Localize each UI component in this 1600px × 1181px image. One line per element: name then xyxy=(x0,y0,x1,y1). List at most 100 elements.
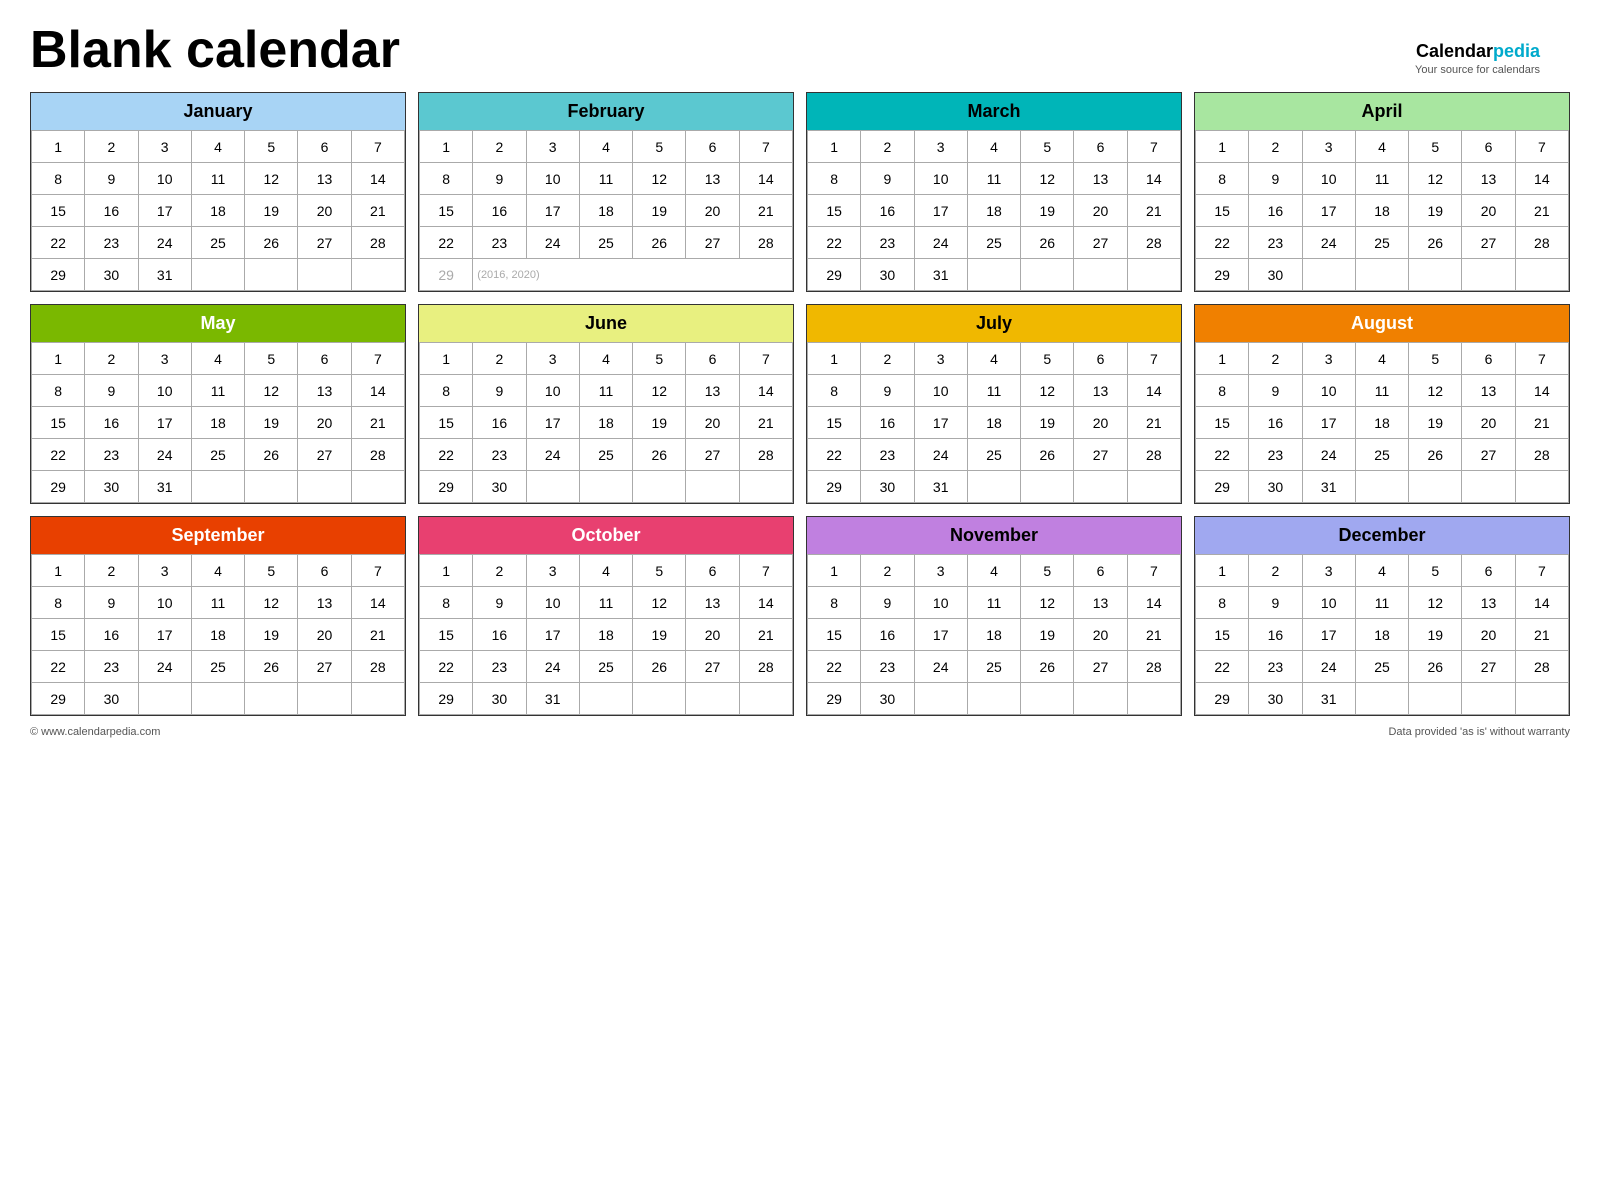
day-cell: 1 xyxy=(1196,555,1249,587)
day-cell: 3 xyxy=(138,555,191,587)
day-cell xyxy=(686,683,739,715)
day-cell: 8 xyxy=(808,587,861,619)
day-cell: 10 xyxy=(914,375,967,407)
day-cell: 27 xyxy=(686,227,739,259)
day-cell: 24 xyxy=(138,227,191,259)
day-cell: 19 xyxy=(633,407,686,439)
day-cell: 28 xyxy=(1127,651,1180,683)
day-cell: 25 xyxy=(579,439,632,471)
table-row: 293031 xyxy=(808,471,1181,503)
day-cell: 23 xyxy=(85,227,138,259)
month-header-jul: July xyxy=(807,305,1181,342)
month-sep: September1234567891011121314151617181920… xyxy=(30,516,406,716)
day-cell: 30 xyxy=(1249,259,1302,291)
day-cell: 16 xyxy=(861,407,914,439)
day-cell xyxy=(1515,259,1568,291)
day-cell: 16 xyxy=(85,619,138,651)
table-row: 1234567 xyxy=(1196,555,1569,587)
day-cell: 12 xyxy=(633,587,686,619)
footer-right: Data provided 'as is' without warranty xyxy=(1388,726,1570,738)
day-cell: 9 xyxy=(1249,587,1302,619)
table-row: 1234567 xyxy=(420,555,793,587)
day-cell: 29 xyxy=(808,683,861,715)
day-cell xyxy=(526,471,579,503)
table-row: 22232425262728 xyxy=(420,439,793,471)
day-cell: 16 xyxy=(1249,407,1302,439)
day-cell: 28 xyxy=(1127,227,1180,259)
day-cell xyxy=(298,259,351,291)
day-cell xyxy=(1462,471,1515,503)
day-cell: 31 xyxy=(138,259,191,291)
day-cell: 18 xyxy=(579,619,632,651)
table-row: 891011121314 xyxy=(420,587,793,619)
day-cell: 9 xyxy=(861,375,914,407)
day-cell xyxy=(1355,259,1408,291)
day-cell: 23 xyxy=(1249,227,1302,259)
day-cell: 20 xyxy=(1074,195,1127,227)
day-cell: 19 xyxy=(1021,195,1074,227)
day-cell: 23 xyxy=(85,439,138,471)
table-row: 293031 xyxy=(1196,683,1569,715)
day-cell: 31 xyxy=(526,683,579,715)
day-cell: 17 xyxy=(1302,195,1355,227)
day-cell: 13 xyxy=(298,587,351,619)
day-cell: 2 xyxy=(861,555,914,587)
day-cell: 18 xyxy=(191,407,244,439)
day-cell: 15 xyxy=(32,407,85,439)
day-cell: 21 xyxy=(739,407,792,439)
table-row: 1234567 xyxy=(32,343,405,375)
day-cell: 29 xyxy=(1196,259,1249,291)
month-table-oct: 1234567891011121314151617181920212223242… xyxy=(419,554,793,715)
day-cell: 26 xyxy=(633,439,686,471)
day-cell: 23 xyxy=(861,227,914,259)
day-cell: 12 xyxy=(245,375,298,407)
day-cell: 23 xyxy=(473,651,526,683)
table-row: 293031 xyxy=(1196,471,1569,503)
table-row: 1234567 xyxy=(808,131,1181,163)
day-cell: 6 xyxy=(686,555,739,587)
day-cell: 26 xyxy=(1021,227,1074,259)
table-row: 22232425262728 xyxy=(32,227,405,259)
day-cell: 8 xyxy=(1196,587,1249,619)
day-cell xyxy=(633,683,686,715)
day-cell: 11 xyxy=(967,375,1020,407)
table-row: 15161718192021 xyxy=(808,407,1181,439)
day-cell: 4 xyxy=(191,555,244,587)
day-cell: 13 xyxy=(298,163,351,195)
day-cell xyxy=(1515,471,1568,503)
table-row: 15161718192021 xyxy=(32,619,405,651)
day-cell: 3 xyxy=(1302,555,1355,587)
day-cell: 15 xyxy=(420,619,473,651)
day-cell: 21 xyxy=(351,195,404,227)
day-cell: 6 xyxy=(298,343,351,375)
day-cell xyxy=(579,683,632,715)
logo-name1: Calendar xyxy=(1416,41,1493,61)
day-cell: 17 xyxy=(138,407,191,439)
day-cell: 29 xyxy=(32,683,85,715)
day-cell: 6 xyxy=(686,343,739,375)
logo: Calendarpedia Your source for calendars xyxy=(1415,40,1540,78)
day-cell: 15 xyxy=(1196,407,1249,439)
day-cell: 22 xyxy=(420,227,473,259)
day-cell: 1 xyxy=(1196,343,1249,375)
day-cell xyxy=(1409,259,1462,291)
day-cell xyxy=(351,471,404,503)
day-cell: 13 xyxy=(1462,375,1515,407)
day-cell: 30 xyxy=(861,683,914,715)
day-cell: 17 xyxy=(914,195,967,227)
day-cell: 19 xyxy=(1409,195,1462,227)
day-cell: 1 xyxy=(32,555,85,587)
day-cell: 14 xyxy=(739,587,792,619)
day-cell: 28 xyxy=(1515,439,1568,471)
day-cell xyxy=(1409,683,1462,715)
day-cell: 29 xyxy=(1196,471,1249,503)
table-row: 1234567 xyxy=(420,343,793,375)
day-cell: 29 xyxy=(32,259,85,291)
day-cell: 18 xyxy=(967,195,1020,227)
table-row: 15161718192021 xyxy=(32,195,405,227)
day-cell: 14 xyxy=(1515,587,1568,619)
day-cell: 15 xyxy=(808,407,861,439)
day-cell: 14 xyxy=(1127,587,1180,619)
day-cell: 21 xyxy=(351,619,404,651)
day-cell: 26 xyxy=(1409,227,1462,259)
